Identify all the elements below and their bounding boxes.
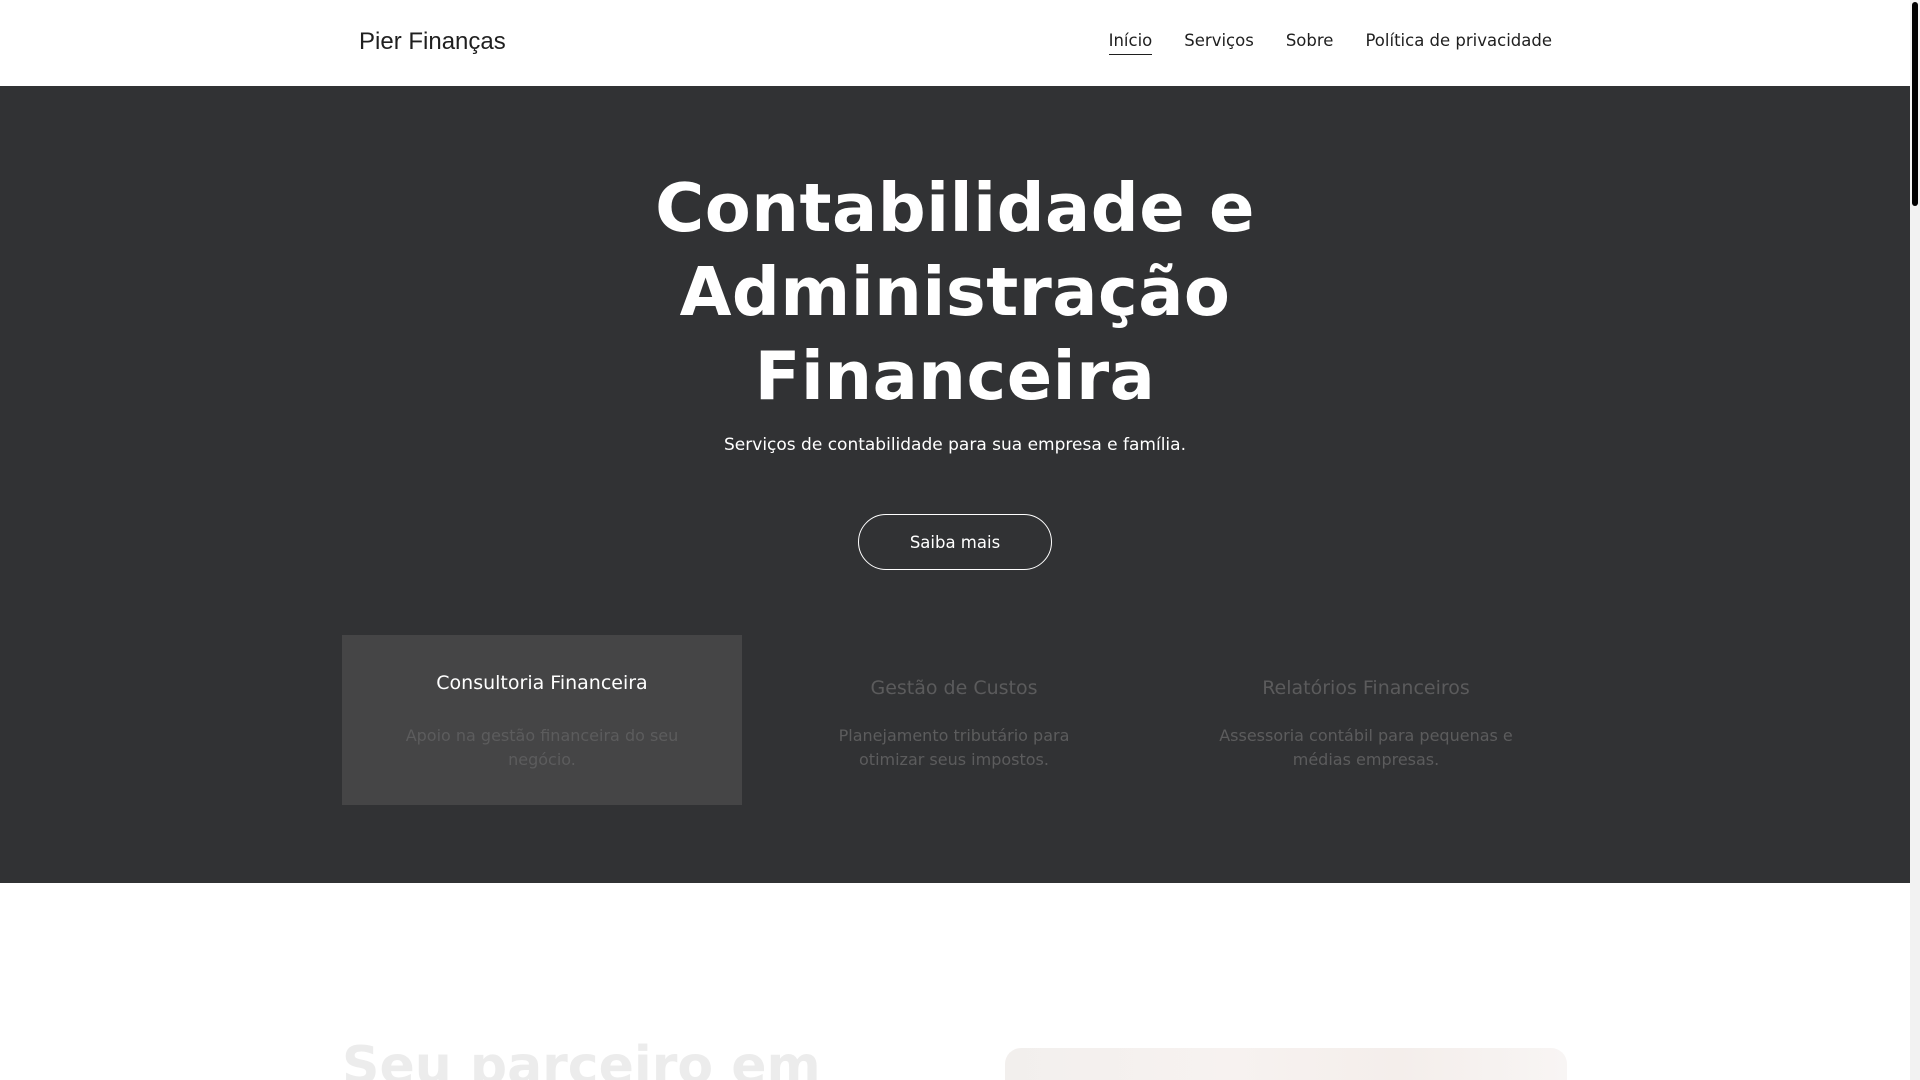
service-card-consultoria[interactable]: Consultoria Financeira Apoio na gestão f… <box>342 635 742 805</box>
service-card-description: Apoio na gestão financeira do seu negóci… <box>405 726 679 769</box>
about-section-image <box>1005 1048 1567 1080</box>
service-card-title: Gestão de Custos <box>870 677 1038 699</box>
nav-item-servicos[interactable]: Serviços <box>1184 31 1254 55</box>
brand-logo-text[interactable]: Pier Finanças <box>359 28 506 56</box>
nav-item-inicio[interactable]: Início <box>1108 31 1153 55</box>
service-cards: Consultoria Financeira Apoio na gestão f… <box>342 635 1568 805</box>
service-card-title: Relatórios Financeiros <box>1262 677 1470 699</box>
service-card-description: Planejamento tributário para otimizar se… <box>838 726 1070 769</box>
hero-title-line-3: Financeira <box>754 337 1156 415</box>
scrollbar-thumb[interactable] <box>1912 2 1918 206</box>
nav-item-politica-de-privacidade[interactable]: Política de privacidade <box>1365 31 1552 55</box>
hero-title: Contabilidade e Administração Financeira <box>555 166 1355 418</box>
hero-section: Contabilidade e Administração Financeira… <box>0 86 1910 883</box>
site-header: Pier Finanças Início Serviços Sobre Polí… <box>0 0 1910 86</box>
service-card-title: Consultoria Financeira <box>436 672 648 694</box>
main-nav: Início Serviços Sobre Política de privac… <box>1108 31 1552 55</box>
hero-subtitle: Serviços de contabilidade para sua empre… <box>724 435 1186 455</box>
service-card-description: Assessoria contábil para pequenas e médi… <box>1219 726 1513 769</box>
service-card-gestao-de-custos[interactable]: Gestão de Custos Planejamento tributário… <box>754 635 1154 805</box>
nav-item-sobre[interactable]: Sobre <box>1286 31 1334 55</box>
hero-title-line-2: Administração <box>679 253 1231 331</box>
saiba-mais-button[interactable]: Saiba mais <box>858 514 1052 570</box>
vertical-scrollbar[interactable] <box>1910 0 1920 1080</box>
hero-title-line-1: Contabilidade e <box>655 169 1255 247</box>
about-section-title: Seu parceiro em <box>342 1036 821 1080</box>
service-card-relatorios[interactable]: Relatórios Financeiros Assessoria contáb… <box>1166 635 1566 805</box>
page-viewport: Pier Finanças Início Serviços Sobre Polí… <box>0 0 1910 1080</box>
